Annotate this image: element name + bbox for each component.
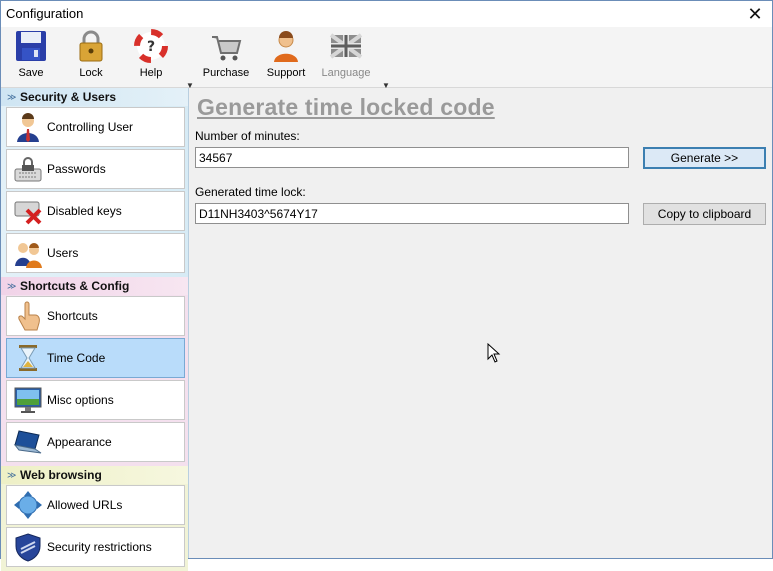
sidebar: ≫ Security & Users Controlling User Pass… xyxy=(1,88,189,571)
lock-button[interactable]: Lock xyxy=(64,29,118,85)
collapse-chevron-icon: ≫ xyxy=(7,92,17,102)
globe-arrows-icon xyxy=(14,491,42,519)
sidebar-item-shortcuts[interactable]: Shortcuts xyxy=(6,296,185,336)
minutes-input[interactable]: 34567 xyxy=(195,147,629,168)
sidebar-item-time-code[interactable]: Time Code xyxy=(6,338,185,378)
language-button[interactable]: Language xyxy=(319,29,373,85)
section-shortcuts-config[interactable]: ≫ Shortcuts & Config xyxy=(1,277,188,295)
padlock-icon xyxy=(79,30,103,62)
window-title: Configuration xyxy=(6,6,84,21)
support-label: Support xyxy=(266,67,306,79)
minutes-label: Number of minutes: xyxy=(195,129,300,143)
sidebar-item-label: Appearance xyxy=(47,435,112,449)
disabled-keyboard-icon xyxy=(14,201,42,225)
section-security-users[interactable]: ≫ Security & Users xyxy=(1,88,188,106)
section-title: Security & Users xyxy=(20,90,117,104)
collapse-chevron-icon: ≫ xyxy=(7,281,17,291)
shopping-cart-icon xyxy=(212,36,242,61)
sidebar-item-security-restrictions[interactable]: Security restrictions xyxy=(6,527,185,567)
sidebar-item-label: Passwords xyxy=(47,162,106,176)
generate-button[interactable]: Generate >> xyxy=(643,147,766,169)
save-label: Save xyxy=(18,67,44,79)
users-group-icon xyxy=(15,243,42,268)
sidebar-item-label: Users xyxy=(47,246,79,260)
configuration-window: Configuration ✕ Save Lock ? Help ▼ Purch… xyxy=(0,0,773,571)
support-person-icon xyxy=(274,31,298,62)
language-label: Language xyxy=(321,67,371,79)
section-shortcuts-config-items: Shortcuts Time Code Misc options Appeara… xyxy=(1,295,188,466)
mouse-cursor-icon xyxy=(487,343,501,363)
sidebar-item-misc-options[interactable]: Misc options xyxy=(6,380,185,420)
sidebar-item-label: Controlling User xyxy=(47,120,134,134)
svg-text:?: ? xyxy=(147,39,155,55)
section-web-browsing[interactable]: ≫ Web browsing xyxy=(1,466,188,484)
page-title: Generate time locked code xyxy=(197,94,495,120)
sidebar-item-label: Security restrictions xyxy=(47,540,152,554)
support-button[interactable]: Support xyxy=(259,29,313,85)
floppy-disk-icon xyxy=(16,31,46,61)
save-button[interactable]: Save xyxy=(4,29,58,85)
laptop-icon xyxy=(13,430,42,454)
sidebar-item-allowed-urls[interactable]: Allowed URLs xyxy=(6,485,185,525)
purchase-label: Purchase xyxy=(202,67,250,79)
sidebar-item-users[interactable]: Users xyxy=(6,233,185,273)
copy-to-clipboard-button[interactable]: Copy to clipboard xyxy=(643,203,766,225)
hourglass-icon xyxy=(19,345,37,371)
sidebar-item-label: Shortcuts xyxy=(47,309,98,323)
purchase-button[interactable]: Purchase xyxy=(199,29,253,85)
business-user-icon xyxy=(17,113,39,142)
section-web-browsing-items: Allowed URLs Security restrictions xyxy=(1,484,188,571)
section-security-users-items: Controlling User Passwords Disabled keys xyxy=(1,106,188,277)
sidebar-item-label: Allowed URLs xyxy=(47,498,123,512)
timelock-output[interactable]: D11NH3403^5674Y17 xyxy=(195,203,629,224)
collapse-chevron-icon: ≫ xyxy=(7,470,17,480)
uk-flag-icon xyxy=(329,33,363,59)
close-icon[interactable]: ✕ xyxy=(738,1,772,27)
section-title: Web browsing xyxy=(20,468,102,482)
sidebar-item-label: Misc options xyxy=(47,393,114,407)
keyboard-lock-icon xyxy=(14,157,42,182)
timelock-label: Generated time lock: xyxy=(195,185,306,199)
main-panel: Generate time locked code Number of minu… xyxy=(189,88,772,558)
toolbar: Save Lock ? Help ▼ Purchase Support Lang… xyxy=(1,27,772,90)
section-title: Shortcuts & Config xyxy=(20,279,130,293)
pointing-hand-icon xyxy=(18,301,40,331)
sidebar-item-disabled-keys[interactable]: Disabled keys xyxy=(6,191,185,231)
sidebar-item-controlling-user[interactable]: Controlling User xyxy=(6,107,185,147)
monitor-landscape-icon xyxy=(14,387,42,413)
lifebuoy-icon: ? xyxy=(134,29,168,63)
help-button[interactable]: ? Help xyxy=(124,29,178,85)
sidebar-item-appearance[interactable]: Appearance xyxy=(6,422,185,462)
shield-icon xyxy=(15,533,41,562)
title-bar: Configuration ✕ xyxy=(1,1,772,27)
sidebar-item-passwords[interactable]: Passwords xyxy=(6,149,185,189)
lock-label: Lock xyxy=(79,67,103,79)
sidebar-item-label: Disabled keys xyxy=(47,204,122,218)
sidebar-item-label: Time Code xyxy=(47,351,106,365)
help-label: Help xyxy=(139,67,163,79)
